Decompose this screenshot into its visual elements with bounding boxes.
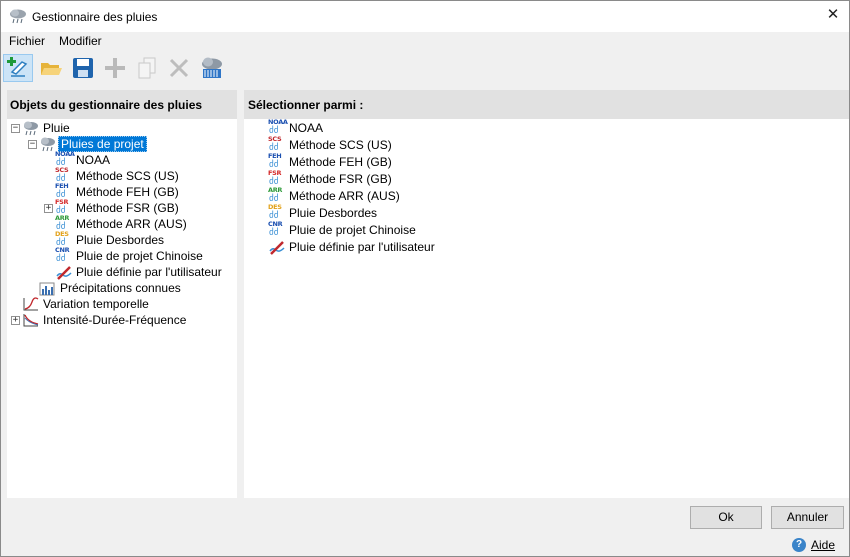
tree-label: Intensité-Durée-Fréquence — [43, 313, 187, 327]
save-button[interactable] — [68, 54, 98, 82]
collapse-toggle[interactable]: − — [28, 140, 37, 149]
tree-label: Pluie définie par l'utilisateur — [76, 265, 222, 279]
expand-toggle[interactable]: + — [11, 316, 20, 325]
objects-panel: Objets du gestionnaire des pluies − Plui… — [7, 90, 237, 498]
rain-manager-button[interactable] — [197, 54, 227, 82]
close-button[interactable]: ✕ — [823, 5, 843, 25]
selection-panel: Sélectionner parmi : NOAA ძძ NOAA SCS ძძ M… — [244, 90, 849, 498]
arr-icon: ARR ძძ — [268, 186, 283, 204]
collapse-toggle[interactable]: − — [11, 124, 20, 133]
tree-label: Méthode FSR (GB) — [76, 201, 179, 215]
idf-curve-icon — [22, 312, 40, 328]
window-title: Gestionnaire des pluies — [32, 10, 158, 24]
rain-cloud-icon — [10, 9, 26, 24]
list-item-desbordes[interactable]: DES ძძ Pluie Desbordes — [268, 203, 379, 221]
tree-label: Variation temporelle — [43, 297, 149, 311]
tree-node-arr[interactable]: ARR ძძ Méthode ARR (AUS) — [55, 215, 189, 232]
tree-label: Méthode FEH (GB) — [76, 185, 179, 199]
copy-icon — [138, 57, 156, 79]
tree-label: Pluie — [43, 121, 70, 135]
fsr-icon: FSR ძძ — [268, 169, 282, 187]
rain-cloud-icon — [22, 120, 40, 136]
list-item-utilisateur[interactable]: Pluie définie par l'utilisateur — [268, 239, 437, 255]
list-item-label: Méthode ARR (AUS) — [289, 189, 400, 203]
selection-panel-header: Sélectionner parmi : — [244, 90, 849, 119]
menu-file[interactable]: Fichier — [9, 34, 45, 48]
tree-label: Méthode ARR (AUS) — [76, 217, 187, 231]
list-item-label: Pluie Desbordes — [289, 206, 378, 220]
tree-label: Pluie de projet Chinoise — [76, 249, 203, 263]
list-item-label: Pluie de projet Chinoise — [289, 223, 416, 237]
tree-node-desbordes[interactable]: DES ძძ Pluie Desbordes — [55, 231, 166, 248]
help-icon: ? — [792, 538, 806, 552]
des-icon: DES ძძ — [268, 203, 282, 221]
help-label: Aide — [811, 538, 836, 552]
tree-node-pluie[interactable]: − Pluie — [11, 120, 72, 136]
temporal-variation-icon — [22, 296, 40, 312]
user-defined-rain-icon — [268, 239, 286, 255]
tree-label: Pluie Desbordes — [76, 233, 165, 247]
delete-button[interactable] — [164, 54, 194, 82]
observed-rain-icon — [39, 280, 57, 296]
tree-node-precipitations[interactable]: Précipitations connues — [39, 280, 183, 296]
help-link[interactable]: ? Aide — [792, 538, 835, 552]
delete-icon — [169, 58, 189, 78]
expand-toggle[interactable]: + — [44, 204, 53, 213]
list-item-label: Méthode FEH (GB) — [289, 155, 392, 169]
tree-node-idf[interactable]: + Intensité-Durée-Fréquence — [11, 312, 188, 328]
list-item-label: Méthode FSR (GB) — [289, 172, 392, 186]
rain-manager-window: Gestionnaire des pluies ✕ Fichier Modifi… — [0, 0, 850, 557]
tree-label: NOAA — [76, 153, 111, 167]
rain-manager-icon — [202, 57, 222, 78]
cancel-button[interactable]: Annuler — [771, 506, 844, 529]
list-item-fsr[interactable]: FSR ძძ Méthode FSR (GB) — [268, 169, 394, 187]
list-item-label: Pluie définie par l'utilisateur — [289, 240, 435, 254]
menu-bar: Fichier Modifier — [1, 32, 849, 52]
list-item-label: NOAA — [289, 121, 324, 135]
new-button[interactable] — [3, 54, 33, 82]
list-item-feh[interactable]: FEH ძძ Méthode FEH (GB) — [268, 152, 394, 170]
list-item-noaa[interactable]: NOAA ძძ NOAA — [268, 118, 325, 136]
copy-button[interactable] — [132, 54, 162, 82]
open-button[interactable] — [36, 54, 66, 82]
noaa-icon: NOAA ძძ — [268, 118, 288, 136]
tree-node-feh[interactable]: FEH ძძ Méthode FEH (GB) — [55, 183, 181, 200]
ok-button[interactable]: Ok — [690, 506, 762, 529]
toolbar — [1, 52, 849, 84]
list-item-label: Méthode SCS (US) — [289, 138, 392, 152]
open-folder-icon — [41, 63, 62, 75]
cnr-icon: CNR ძძ — [268, 220, 283, 238]
tree-node-variation[interactable]: Variation temporelle — [22, 296, 151, 312]
new-icon — [7, 57, 28, 77]
tree-node-utilisateur[interactable]: Pluie définie par l'utilisateur — [55, 264, 224, 280]
objects-panel-header: Objets du gestionnaire des pluies — [7, 90, 237, 119]
tree-node-pluies-projet[interactable]: − Pluies de projet — [28, 136, 147, 152]
tree-label: Méthode SCS (US) — [76, 169, 179, 183]
cnr-icon: CNR ძძ — [55, 246, 70, 264]
add-button[interactable] — [100, 54, 130, 82]
list-item-scs[interactable]: SCS ძძ Méthode SCS (US) — [268, 135, 394, 153]
tree-label: Précipitations connues — [60, 281, 181, 295]
scs-icon: SCS ძძ — [268, 135, 282, 153]
add-icon — [105, 58, 125, 78]
tree-node-chinoise[interactable]: CNR ძძ Pluie de projet Chinoise — [55, 246, 205, 264]
feh-icon: FEH ძძ — [268, 152, 282, 170]
list-item-chinoise[interactable]: CNR ძძ Pluie de projet Chinoise — [268, 220, 418, 238]
list-item-arr[interactable]: ARR ძძ Méthode ARR (AUS) — [268, 186, 402, 204]
user-defined-rain-icon — [55, 264, 73, 280]
title-bar: Gestionnaire des pluies ✕ — [1, 1, 849, 32]
save-icon — [73, 58, 93, 78]
tree-node-scs[interactable]: SCS ძძ Méthode SCS (US) — [55, 167, 181, 184]
menu-edit[interactable]: Modifier — [59, 34, 102, 48]
